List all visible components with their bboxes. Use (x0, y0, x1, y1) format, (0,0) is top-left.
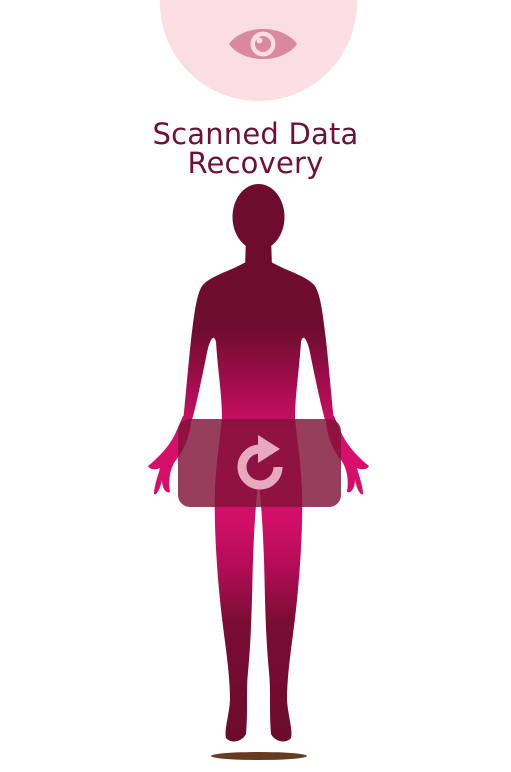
restore-button[interactable] (178, 419, 341, 507)
ground-shadow (211, 752, 307, 760)
rotate-clockwise-icon (237, 435, 283, 490)
app-screen: Scanned Data Recovery (0, 0, 511, 772)
body-silhouette (148, 184, 369, 742)
